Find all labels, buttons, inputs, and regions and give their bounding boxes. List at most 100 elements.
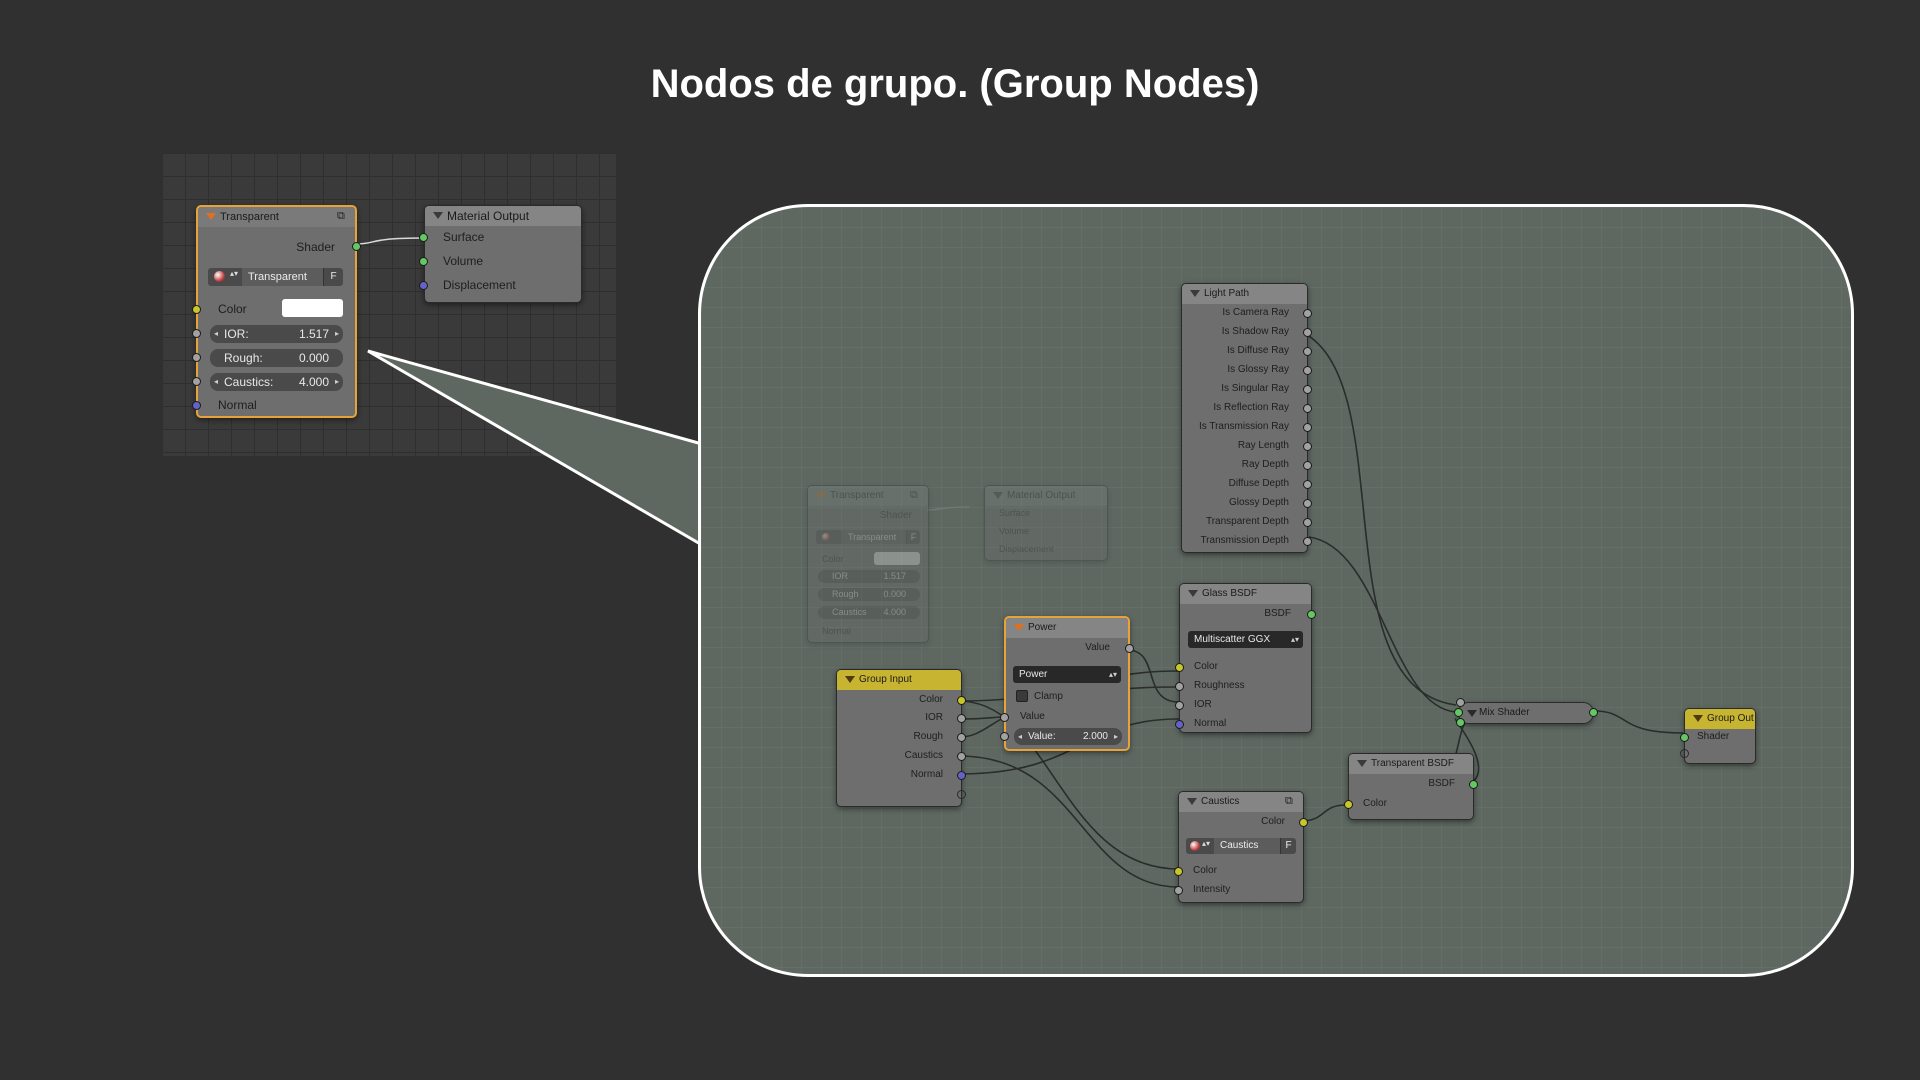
light-path-output-socket[interactable] [1303, 309, 1312, 318]
normal-input-socket[interactable] [192, 401, 201, 410]
light-path-output-socket[interactable] [1303, 328, 1312, 337]
surface-input-socket[interactable] [419, 233, 428, 242]
collapse-triangle-icon[interactable] [845, 676, 855, 683]
small-node-editor[interactable]: Transparent ⧉ Shader ▴▾ Transparent F Co… [162, 153, 616, 456]
glass-ior-socket[interactable] [1175, 701, 1184, 710]
fake-user-button[interactable]: F [323, 268, 343, 286]
power-output-socket[interactable] [1125, 644, 1134, 653]
group-out-empty-socket[interactable] [1680, 749, 1689, 758]
group-out-shader-socket[interactable] [1680, 733, 1689, 742]
transparent-node-header[interactable]: Transparent ⧉ [198, 207, 355, 227]
group-out-header[interactable]: Group Out [1685, 709, 1755, 729]
material-output-header[interactable]: Material Output [425, 206, 581, 226]
caustics-color-in-socket[interactable] [1174, 867, 1183, 876]
ior-input-socket[interactable] [192, 329, 201, 338]
rough-field[interactable]: Rough: 0.000 [210, 349, 343, 367]
transparent-bsdf-header[interactable]: Transparent BSDF [1349, 754, 1473, 774]
caustics-texture-name[interactable]: Caustics [1214, 838, 1280, 854]
power-node[interactable]: Power Value Power ▴▾ Clamp Value ◂ Value: 2… [1000, 616, 1134, 751]
light-path-output-socket[interactable] [1303, 537, 1312, 546]
mix-shader-in1-socket[interactable] [1454, 708, 1463, 717]
collapse-triangle-icon[interactable] [1357, 760, 1367, 767]
light-path-output-socket[interactable] [1303, 385, 1312, 394]
caustics-header[interactable]: Caustics ⧉ [1179, 792, 1303, 812]
group-out-node[interactable]: Group Out Shader [1680, 708, 1756, 764]
collapse-triangle-icon[interactable] [1187, 798, 1197, 805]
material-output-node[interactable]: Material Output Surface Volume Displacem… [419, 205, 582, 303]
light-path-output-socket[interactable] [1303, 366, 1312, 375]
fake-user-button[interactable]: F [1280, 838, 1296, 854]
power-header[interactable]: Power [1006, 618, 1128, 638]
light-path-output-label: Is Singular Ray [1221, 383, 1289, 394]
ior-field[interactable]: ◂ IOR: 1.517 ▸ [210, 325, 343, 343]
transparent-bsdf-color-label: Color [1363, 798, 1387, 809]
mix-shader-in2-socket[interactable] [1456, 718, 1465, 727]
clamp-checkbox[interactable] [1016, 690, 1028, 702]
caustics-intensity-socket[interactable] [1174, 886, 1183, 895]
light-path-output-socket[interactable] [1303, 442, 1312, 451]
glass-bsdf-header[interactable]: Glass BSDF [1180, 584, 1311, 604]
node-preview-icon[interactable]: ⧉ [337, 210, 349, 222]
power-value2-socket[interactable] [1000, 732, 1009, 741]
power-value-in-socket[interactable] [1000, 713, 1009, 722]
transparent-bsdf-output-socket[interactable] [1469, 780, 1478, 789]
group-input-ior-socket[interactable] [957, 714, 966, 723]
power-value-field[interactable]: ◂ Value: 2.000 ▸ [1014, 728, 1122, 745]
collapse-triangle-icon[interactable] [1467, 710, 1477, 717]
group-input-normal-socket[interactable] [957, 771, 966, 780]
node-preview-icon[interactable]: ⧉ [1285, 795, 1297, 807]
light-path-output-socket[interactable] [1303, 461, 1312, 470]
caustics-input-socket[interactable] [192, 377, 201, 386]
group-input-node[interactable]: Group Input Color IOR Rough Caustics Nor… [836, 669, 966, 807]
collapse-triangle-icon[interactable] [1188, 590, 1198, 597]
glass-color-socket[interactable] [1175, 663, 1184, 672]
collapse-triangle-icon[interactable] [433, 212, 443, 219]
mix-shader-node[interactable]: Mix Shader [1454, 698, 1598, 727]
transparent-bsdf-node[interactable]: Transparent BSDF BSDF Color [1344, 753, 1478, 820]
light-path-output-socket[interactable] [1303, 347, 1312, 356]
distribution-dropdown[interactable]: Multiscatter GGX ▴▾ [1188, 631, 1303, 648]
collapse-triangle-icon[interactable] [1014, 624, 1024, 631]
light-path-header[interactable]: Light Path [1182, 284, 1307, 304]
light-path-output-socket[interactable] [1303, 499, 1312, 508]
displacement-input-socket[interactable] [419, 281, 428, 290]
volume-input-socket[interactable] [419, 257, 428, 266]
light-path-output-socket[interactable] [1303, 518, 1312, 527]
output-shader-socket[interactable] [352, 242, 361, 251]
group-input-caustics-socket[interactable] [957, 752, 966, 761]
collapse-triangle-icon[interactable] [1190, 290, 1200, 297]
caustics-texture-picker[interactable]: ▴▾ Caustics F [1186, 838, 1296, 854]
light-path-output-socket[interactable] [1303, 423, 1312, 432]
group-node-editor[interactable]: Transparent ⧉ Shader Transparent F Color… [698, 204, 1854, 977]
mix-shader-output-socket[interactable] [1589, 708, 1598, 717]
collapse-triangle-icon[interactable] [206, 213, 216, 220]
glass-bsdf-output-socket[interactable] [1307, 610, 1316, 619]
mix-shader-header[interactable]: Mix Shader [1459, 703, 1593, 723]
group-input-output-label: Color [919, 694, 943, 705]
transparent-bsdf-color-socket[interactable] [1344, 800, 1353, 809]
light-path-output-socket[interactable] [1303, 404, 1312, 413]
collapse-triangle-icon[interactable] [1693, 715, 1703, 722]
glass-normal-socket[interactable] [1175, 720, 1184, 729]
texture-ball-icon[interactable]: ▴▾ [208, 268, 242, 286]
operation-dropdown[interactable]: Power ▴▾ [1013, 666, 1121, 683]
glass-roughness-socket[interactable] [1175, 682, 1184, 691]
transparent-node[interactable]: Transparent ⧉ Shader ▴▾ Transparent F Co… [192, 205, 361, 418]
caustics-output-socket[interactable] [1299, 818, 1308, 827]
rough-input-socket[interactable] [192, 353, 201, 362]
texture-picker[interactable]: ▴▾ Transparent F [208, 268, 343, 286]
caustics-node[interactable]: Caustics ⧉ Color ▴▾ Caustics F Color Int… [1174, 791, 1308, 903]
color-swatch[interactable] [282, 299, 343, 317]
glass-bsdf-node[interactable]: Glass BSDF BSDF Multiscatter GGX ▴▾ Color… [1175, 583, 1316, 733]
texture-ball-icon[interactable]: ▴▾ [1186, 838, 1214, 854]
light-path-output-socket[interactable] [1303, 480, 1312, 489]
group-input-empty-socket[interactable] [957, 790, 966, 799]
group-input-color-socket[interactable] [957, 696, 966, 705]
light-path-node[interactable]: Light Path Is Camera Ray Is Shadow Ray I… [1181, 283, 1312, 553]
group-input-rough-socket[interactable] [957, 733, 966, 742]
group-input-header[interactable]: Group Input [837, 670, 961, 690]
color-input-socket[interactable] [192, 305, 201, 314]
mix-fac-socket[interactable] [1456, 698, 1465, 707]
texture-name[interactable]: Transparent [242, 268, 323, 286]
caustics-field[interactable]: ◂ Caustics: 4.000 ▸ [210, 373, 343, 391]
